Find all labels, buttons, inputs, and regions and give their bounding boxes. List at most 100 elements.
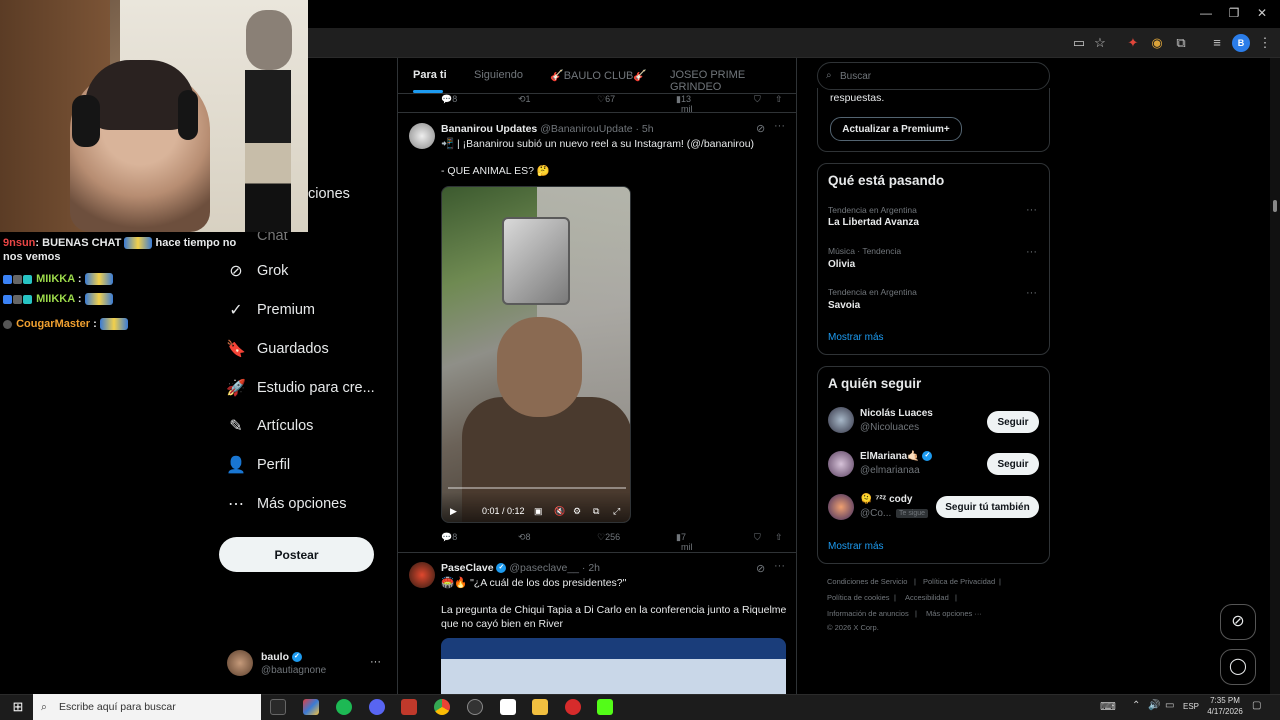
user-avatar[interactable] (828, 494, 854, 520)
pip-icon[interactable]: ⧉ (593, 506, 599, 517)
fullscreen-icon[interactable]: ⤢ (613, 506, 620, 517)
show-more-follow-link[interactable]: Mostrar más (828, 541, 884, 552)
video-progress-bar[interactable] (448, 487, 626, 489)
cast-icon[interactable]: ▭ (1070, 34, 1088, 52)
system-clock[interactable]: 7:35 PM 4/17/2026 (1200, 695, 1250, 717)
nav-item-more-options[interactable]: ⋯ Más opciones (227, 490, 346, 518)
footer-cookies-link[interactable]: Política de cookies (827, 593, 890, 602)
captions-icon[interactable]: ▣ (534, 506, 543, 517)
reply-button[interactable]: 💬 8 (441, 94, 457, 105)
show-more-trends-link[interactable]: Mostrar más (828, 332, 884, 343)
repost-button[interactable]: ⟲ 8 (518, 532, 531, 543)
tab-for-you[interactable]: Para ti (413, 69, 447, 81)
grok-icon[interactable]: ⊘ (756, 122, 765, 135)
close-window-button[interactable]: ✕ (1252, 4, 1272, 22)
suggested-user-name[interactable]: Nicolás Luaces (860, 408, 933, 419)
account-more-button[interactable]: ··· (370, 656, 381, 668)
app-icon[interactable] (500, 699, 516, 715)
extensions-puzzle-icon[interactable]: ⧉ (1172, 34, 1190, 52)
tweet-author[interactable]: PaseClave ✓ @paseclave__ · 2h (441, 562, 600, 574)
bookmark-star-icon[interactable]: ☆ (1091, 34, 1109, 52)
follow-back-button[interactable]: Seguir tú también (936, 496, 1039, 518)
account-avatar[interactable] (227, 650, 253, 676)
spotify-icon[interactable] (336, 699, 352, 715)
trend-item[interactable]: Olivia (828, 259, 855, 270)
footer-more-link[interactable]: Más opciones ··· (926, 609, 982, 618)
nav-item-creator-studio[interactable]: 🚀 Estudio para cre... (226, 374, 375, 402)
trend-more-icon[interactable]: ··· (1026, 246, 1037, 258)
extension-icon[interactable]: ◉ (1148, 34, 1166, 52)
like-button[interactable]: ♡ 256 (597, 532, 620, 543)
opera-icon[interactable] (565, 699, 581, 715)
bookmark-icon[interactable]: ⛉ (754, 532, 761, 543)
footer-terms-link[interactable]: Condiciones de Servicio (827, 577, 907, 586)
repost-button[interactable]: ⟲ 1 (518, 94, 531, 105)
post-button[interactable]: Postear (219, 537, 374, 572)
tweet-avatar[interactable] (409, 123, 435, 149)
trend-item[interactable]: Savoia (828, 300, 860, 311)
user-avatar[interactable] (828, 407, 854, 433)
kick-icon[interactable] (597, 699, 613, 715)
language-indicator[interactable]: ESP (1183, 702, 1199, 711)
trend-more-icon[interactable]: ··· (1026, 287, 1037, 299)
reading-list-icon[interactable]: ≡ (1208, 34, 1226, 52)
trend-more-icon[interactable]: ··· (1026, 204, 1037, 216)
copilot-icon[interactable] (303, 699, 319, 715)
tweet-author[interactable]: Bananirou Updates @BananirouUpdate · 5h (441, 123, 654, 135)
scrollbar-thumb[interactable] (1273, 200, 1277, 212)
tweet-video[interactable]: ▶ 0:01 / 0:12 ▣ 🔇 ⚙ ⧉ ⤢ (441, 186, 631, 523)
tab-following[interactable]: Siguiendo (474, 69, 523, 81)
user-avatar[interactable] (828, 451, 854, 477)
settings-icon[interactable]: ⚙ (573, 506, 581, 517)
views-count[interactable]: ▮ 7 mil (676, 532, 692, 552)
obs-icon[interactable] (467, 699, 483, 715)
tweet-image[interactable] (441, 638, 786, 694)
follow-button[interactable]: Seguir (987, 453, 1039, 475)
maximize-button[interactable]: ❐ (1224, 4, 1244, 22)
page-scrollbar[interactable] (1270, 58, 1280, 694)
footer-ads-info-link[interactable]: Información de anuncios (827, 609, 909, 618)
nav-item-bookmarks[interactable]: 🔖 Guardados (226, 335, 329, 363)
account-name[interactable]: baulo ✓ (261, 651, 302, 663)
footer-privacy-link[interactable]: Política de Privacidad (923, 577, 995, 586)
tray-chevron-icon[interactable]: ⌃ (1132, 700, 1140, 711)
play-icon[interactable]: ▶ (450, 506, 457, 517)
nav-item-profile[interactable]: 👤 Perfil (226, 451, 290, 479)
trend-item[interactable]: La Libertad Avanza (828, 217, 919, 228)
like-button[interactable]: ♡ 67 (597, 94, 615, 105)
search-input[interactable]: ⌕ Buscar (817, 62, 1050, 90)
nav-item-articles[interactable]: ✎ Artículos (227, 412, 313, 440)
follow-button[interactable]: Seguir (987, 411, 1039, 433)
taskbar-search-input[interactable]: ⌕ Escribe aquí para buscar (33, 694, 261, 720)
tweet-avatar[interactable] (409, 562, 435, 588)
grok-icon[interactable]: ⊘ (756, 562, 765, 575)
grok-fab-icon[interactable]: ⊘ (1220, 604, 1256, 640)
bookmark-icon[interactable]: ⛉ (754, 94, 761, 105)
file-explorer-icon[interactable] (532, 699, 548, 715)
suggested-user-name[interactable]: 🫠 ⁷²ᶻ cody (860, 494, 912, 505)
chrome-icon[interactable] (434, 699, 450, 715)
tweet-more-icon[interactable]: ··· (774, 120, 785, 132)
keyboard-icon[interactable]: ⌨ (1100, 700, 1116, 713)
upgrade-premium-button[interactable]: Actualizar a Premium+ (830, 117, 962, 141)
mute-icon[interactable]: 🔇 (554, 506, 565, 517)
task-view-icon[interactable] (270, 699, 286, 715)
tab-baulo-club[interactable]: 🎸BAULO CLUB🎸 (550, 69, 647, 82)
reply-button[interactable]: 💬 8 (441, 532, 457, 543)
footer-accessibility-link[interactable]: Accesibilidad (905, 593, 949, 602)
tweet-more-icon[interactable]: ··· (774, 560, 785, 572)
timeline[interactable]: Para ti Siguiendo 🎸BAULO CLUB🎸 JOSEO PRI… (397, 58, 797, 694)
share-icon[interactable]: ⇧ (775, 532, 783, 543)
volume-icon[interactable]: 🔊 (1148, 700, 1160, 711)
app-icon[interactable] (401, 699, 417, 715)
extension-icon[interactable]: ✦ (1124, 34, 1142, 52)
nav-item-notifications[interactable]: ciones (308, 180, 350, 208)
share-icon[interactable]: ⇧ (775, 94, 783, 105)
minimize-button[interactable]: — (1196, 4, 1216, 22)
views-count[interactable]: ▮ 13 mil (676, 94, 692, 114)
discord-icon[interactable] (369, 699, 385, 715)
messages-fab-icon[interactable]: ◯ (1220, 649, 1256, 685)
profile-avatar[interactable]: B (1232, 34, 1250, 52)
suggested-user-name[interactable]: ElMariana🤙🏻 ✓ (860, 451, 933, 462)
windows-start-icon[interactable]: ⊞ (10, 699, 26, 715)
